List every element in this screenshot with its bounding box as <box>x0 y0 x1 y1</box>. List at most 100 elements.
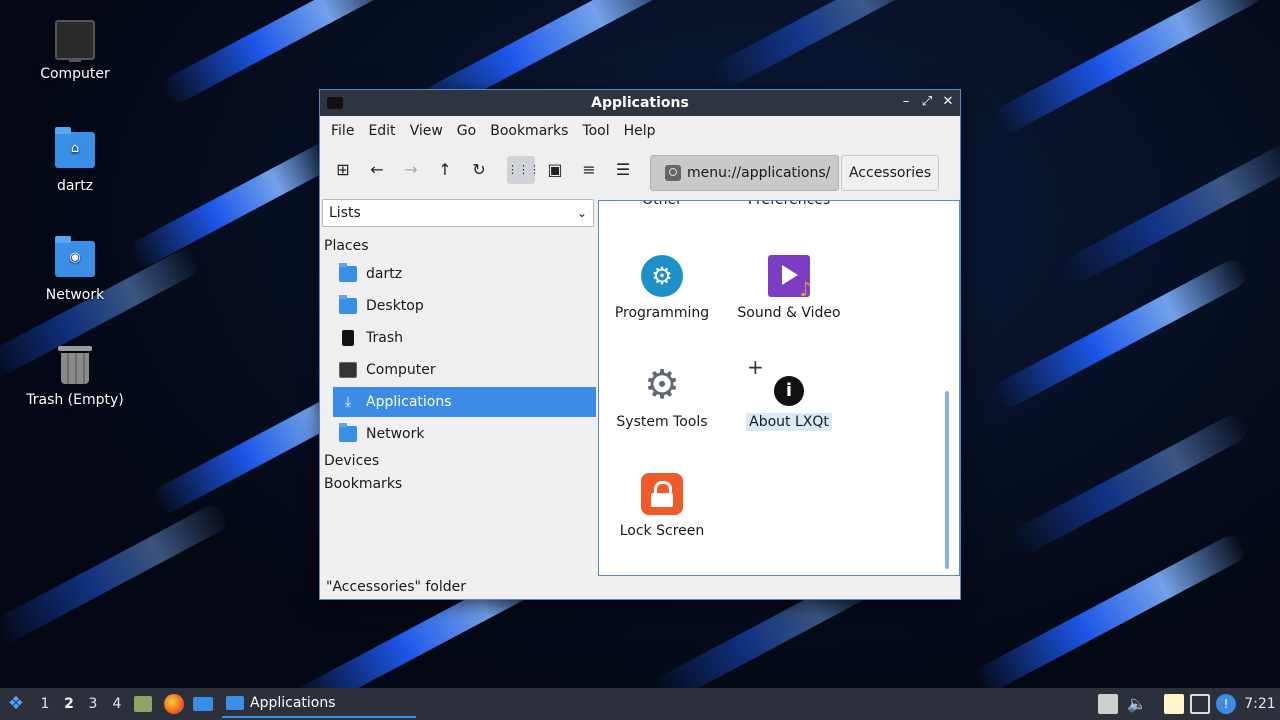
info-icon: i <box>774 376 804 406</box>
programming-icon: ⚙ <box>641 255 683 297</box>
sidebar-item-label: Network <box>366 426 425 442</box>
app-label: Programming <box>614 305 710 321</box>
volume-icon[interactable]: 🔈 <box>1126 688 1148 720</box>
sidebar-item-desktop[interactable]: Desktop <box>333 291 596 321</box>
sidebar-item-label: Computer <box>366 362 436 378</box>
path-crumb-current[interactable]: Accessories <box>841 155 939 191</box>
desktop-icon-dartz[interactable]: ⌂ dartz <box>20 127 130 194</box>
desktop-switch-2[interactable]: 2 <box>58 688 80 720</box>
taskbar: ❖ 1 2 3 4 Applications 🔈 ! 7:21 <box>0 688 1280 720</box>
update-notifier-icon[interactable]: ! <box>1216 694 1236 714</box>
desktop-icon-computer[interactable]: Computer <box>20 20 130 82</box>
home-folder-icon: ⌂ <box>55 127 95 172</box>
sidebar-item-network[interactable]: Network <box>333 419 596 449</box>
devices-heading[interactable]: Devices <box>324 453 379 469</box>
menu-tool[interactable]: Tool <box>575 123 616 139</box>
reload-icon[interactable]: ↻ <box>465 156 493 184</box>
window-title: Applications <box>591 95 689 111</box>
icon-view-icon[interactable]: ⋮⋮⋮ <box>507 156 540 184</box>
desktop-switch-3[interactable]: 3 <box>82 688 104 720</box>
app-item-sound-video[interactable]: Sound & Video <box>729 255 849 321</box>
app-item-system-tools[interactable]: ⚙ System Tools <box>602 364 722 430</box>
sidebar-item-label: dartz <box>366 266 403 282</box>
menu-bar: File Edit View Go Bookmarks Tool Help <box>320 116 960 146</box>
sidebar-item-trash[interactable]: Trash <box>333 323 596 353</box>
network-status-icon[interactable] <box>1190 694 1210 714</box>
firefox-launcher-icon[interactable] <box>164 688 186 720</box>
network-folder-icon: ◉ <box>55 236 95 281</box>
menu-view[interactable]: View <box>403 123 450 139</box>
menu-edit[interactable]: Edit <box>361 123 402 139</box>
tray-expand-icon[interactable] <box>1098 694 1118 714</box>
back-icon[interactable]: ← <box>363 156 391 184</box>
up-icon[interactable]: ↑ <box>431 156 459 184</box>
task-button-label: Applications <box>250 695 336 711</box>
places-heading[interactable]: Places <box>324 238 369 254</box>
path-root-label: menu://applications/ <box>687 165 831 181</box>
side-pane-mode-select[interactable]: Lists ⌄ <box>322 199 594 227</box>
task-button-applications[interactable]: Applications <box>222 690 416 718</box>
show-desktop-icon[interactable] <box>193 688 215 720</box>
sidebar-item-label: Applications <box>366 394 452 410</box>
sound-video-icon <box>768 255 812 301</box>
sidebar-item-applications[interactable]: ⤓ Applications <box>333 387 596 417</box>
main-menu-icon[interactable]: ❖ <box>4 688 28 720</box>
clock[interactable]: 7:21 <box>1242 688 1278 720</box>
app-label: Other <box>642 200 682 208</box>
desktop-switch-4[interactable]: 4 <box>106 688 128 720</box>
app-label: Lock Screen <box>619 523 705 539</box>
network-folder-icon <box>339 423 357 442</box>
desktop-icon-label: Computer <box>40 66 110 82</box>
minimize-button[interactable]: – <box>898 94 914 110</box>
path-crumb-root[interactable]: menu://applications/ <box>650 155 839 191</box>
desktop-icon-label: dartz <box>56 178 94 194</box>
file-manager-launcher-icon[interactable] <box>134 688 154 720</box>
sidebar-item-computer[interactable]: Computer <box>333 355 596 385</box>
app-label: About LXQt <box>746 413 832 431</box>
window-titlebar[interactable]: Applications – ⤢ ✕ <box>320 90 960 116</box>
menu-go[interactable]: Go <box>450 123 483 139</box>
sidebar-item-dartz[interactable]: dartz <box>333 259 596 289</box>
lock-icon <box>641 473 683 515</box>
home-folder-icon <box>339 263 357 282</box>
computer-icon <box>55 20 95 62</box>
folder-view[interactable]: Other Preferences ⚙ Programming Sound & … <box>598 200 960 576</box>
computer-icon <box>339 362 357 378</box>
detailed-view-icon[interactable]: ☰ <box>609 156 637 184</box>
desktop-icon <box>339 295 357 314</box>
app-label: System Tools <box>616 414 708 430</box>
trash-icon <box>342 330 354 346</box>
clipboard-icon[interactable] <box>1164 694 1184 714</box>
trash-icon <box>55 346 95 386</box>
new-tab-icon[interactable]: ⊞ <box>329 156 357 184</box>
menu-file[interactable]: File <box>324 123 361 139</box>
system-tools-icon: ⚙ <box>644 362 680 408</box>
thumbnail-view-icon[interactable]: ▣ <box>541 156 569 184</box>
desktop-switch-1[interactable]: 1 <box>34 688 56 720</box>
file-manager-window: Applications – ⤢ ✕ File Edit View Go Boo… <box>319 89 961 600</box>
path-bar: menu://applications/ Accessories <box>650 155 939 191</box>
folder-icon <box>226 696 244 710</box>
app-item-preferences[interactable]: Preferences <box>729 200 849 208</box>
bookmarks-heading[interactable]: Bookmarks <box>324 476 402 492</box>
app-item-lock-screen[interactable]: Lock Screen <box>602 473 722 539</box>
forward-icon[interactable]: → <box>397 156 425 184</box>
app-item-programming[interactable]: ⚙ Programming <box>602 255 722 321</box>
status-bar: "Accessories" folder <box>326 579 467 595</box>
close-button[interactable]: ✕ <box>940 94 956 110</box>
search-icon <box>665 165 681 181</box>
app-label: Preferences <box>747 200 831 208</box>
restore-button[interactable]: ⤢ <box>919 94 935 110</box>
desktop-icon-trash[interactable]: Trash (Empty) <box>20 346 130 408</box>
sidebar-item-label: Desktop <box>366 298 424 314</box>
app-label: Sound & Video <box>737 305 841 321</box>
side-pane: Lists ⌄ Places dartz Desktop Trash Compu… <box>321 198 597 578</box>
menu-help[interactable]: Help <box>617 123 663 139</box>
applications-icon: ⤓ <box>344 394 352 410</box>
compact-view-icon[interactable]: ≡ <box>575 156 603 184</box>
app-item-other[interactable]: Other <box>602 200 722 208</box>
desktop-icon-network[interactable]: ◉ Network <box>20 236 130 303</box>
vertical-scrollbar[interactable] <box>945 391 949 569</box>
sidebar-item-label: Trash <box>366 330 403 346</box>
menu-bookmarks[interactable]: Bookmarks <box>483 123 575 139</box>
